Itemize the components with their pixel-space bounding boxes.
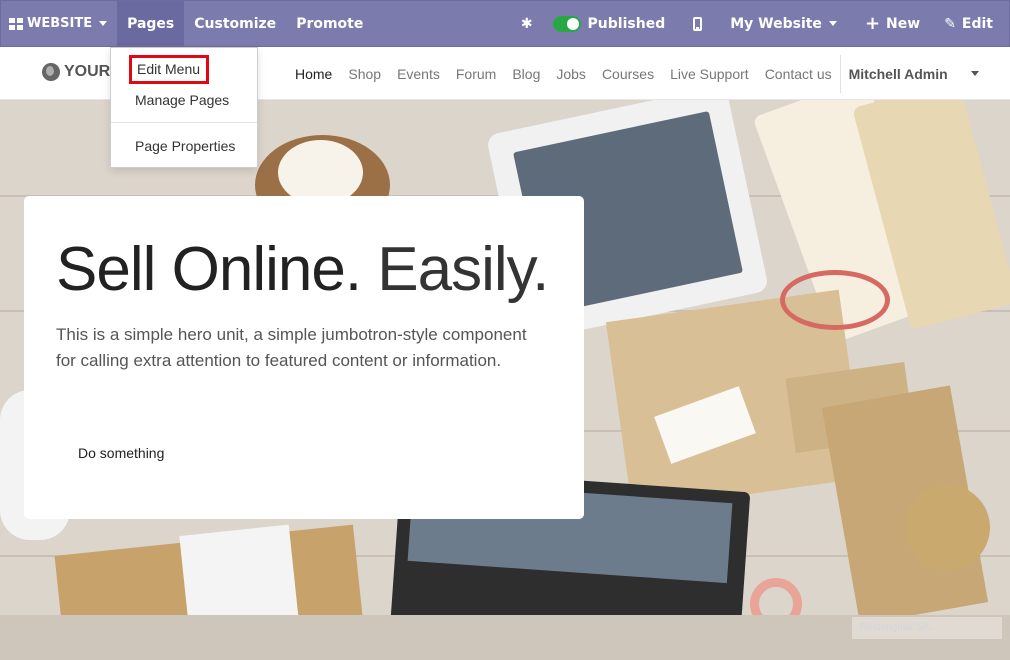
- do-something-button[interactable]: Do something: [78, 445, 164, 461]
- nav-jobs[interactable]: Jobs: [556, 66, 586, 82]
- brand-label: WEBSITE: [27, 16, 93, 31]
- debug-button[interactable]: ✱: [511, 1, 543, 46]
- apps-grid-icon: [9, 17, 23, 30]
- promote-menu[interactable]: Promote: [286, 1, 373, 46]
- pages-dropdown-menu: Edit Menu Manage Pages Page Properties: [110, 47, 258, 168]
- ribbon-shape: [780, 270, 890, 330]
- chevron-down-icon: [970, 71, 979, 76]
- user-name: Mitchell Admin: [848, 65, 948, 82]
- nav-courses[interactable]: Courses: [602, 66, 654, 82]
- nav-live-support[interactable]: Live Support: [670, 66, 749, 82]
- apps-menu-button[interactable]: WEBSITE: [1, 1, 117, 46]
- nav-contact-us[interactable]: Contact us: [765, 66, 832, 82]
- bug-icon: ✱: [520, 15, 533, 32]
- mobile-icon: [693, 16, 703, 31]
- user-menu[interactable]: Mitchell Admin: [849, 66, 995, 82]
- nav-divider: [839, 54, 841, 93]
- rectangle-shape-label: Rectangular Sh...: [852, 617, 1002, 639]
- edit-label: Edit: [961, 15, 993, 32]
- nav-forum[interactable]: Forum: [456, 66, 496, 82]
- headline-light: Easily.: [377, 235, 549, 304]
- nav-shop[interactable]: Shop: [348, 66, 381, 82]
- hero-headline: Sell Online. Easily.: [56, 234, 549, 305]
- pencil-icon: ✎: [944, 15, 956, 32]
- chevron-down-icon: [99, 21, 108, 26]
- chevron-down-icon: [828, 21, 837, 26]
- logo-text: YOUR: [64, 63, 111, 80]
- published-label: Published: [587, 15, 666, 32]
- website-switcher[interactable]: My Website: [720, 1, 851, 46]
- website-switcher-label: My Website: [730, 15, 822, 32]
- globe-icon: [42, 63, 60, 81]
- hero-card: Sell Online. Easily. This is a simple he…: [24, 196, 584, 519]
- new-content-button[interactable]: + New: [851, 1, 934, 46]
- hero-lead-text: This is a simple hero unit, a simple jum…: [56, 325, 527, 370]
- customize-menu[interactable]: Customize: [184, 1, 286, 46]
- nav-blog[interactable]: Blog: [512, 66, 540, 82]
- nav-events[interactable]: Events: [397, 66, 440, 82]
- dropdown-divider: [111, 122, 257, 123]
- edit-menu-item[interactable]: Edit Menu: [129, 55, 210, 84]
- edit-page-button[interactable]: ✎ Edit: [934, 1, 1009, 46]
- publish-toggle[interactable]: Published: [543, 1, 676, 46]
- pages-menu[interactable]: Pages: [117, 1, 185, 46]
- mobile-preview-button[interactable]: [675, 1, 720, 46]
- toggle-switch-icon: [552, 15, 581, 32]
- site-nav-links: Home Shop Events Forum Blog Jobs Courses…: [295, 47, 995, 100]
- headline-bold: Sell Online.: [56, 235, 362, 304]
- new-label: New: [886, 15, 921, 32]
- twine-ball-shape: [905, 485, 990, 570]
- plus-icon: +: [864, 12, 881, 34]
- site-logo[interactable]: YOUR: [42, 63, 110, 81]
- manage-pages-item[interactable]: Manage Pages: [135, 92, 229, 108]
- website-admin-bar: WEBSITE Pages Customize Promote ✱ Publis…: [0, 0, 1010, 47]
- page-properties-item[interactable]: Page Properties: [135, 138, 235, 154]
- nav-home[interactable]: Home: [295, 66, 332, 82]
